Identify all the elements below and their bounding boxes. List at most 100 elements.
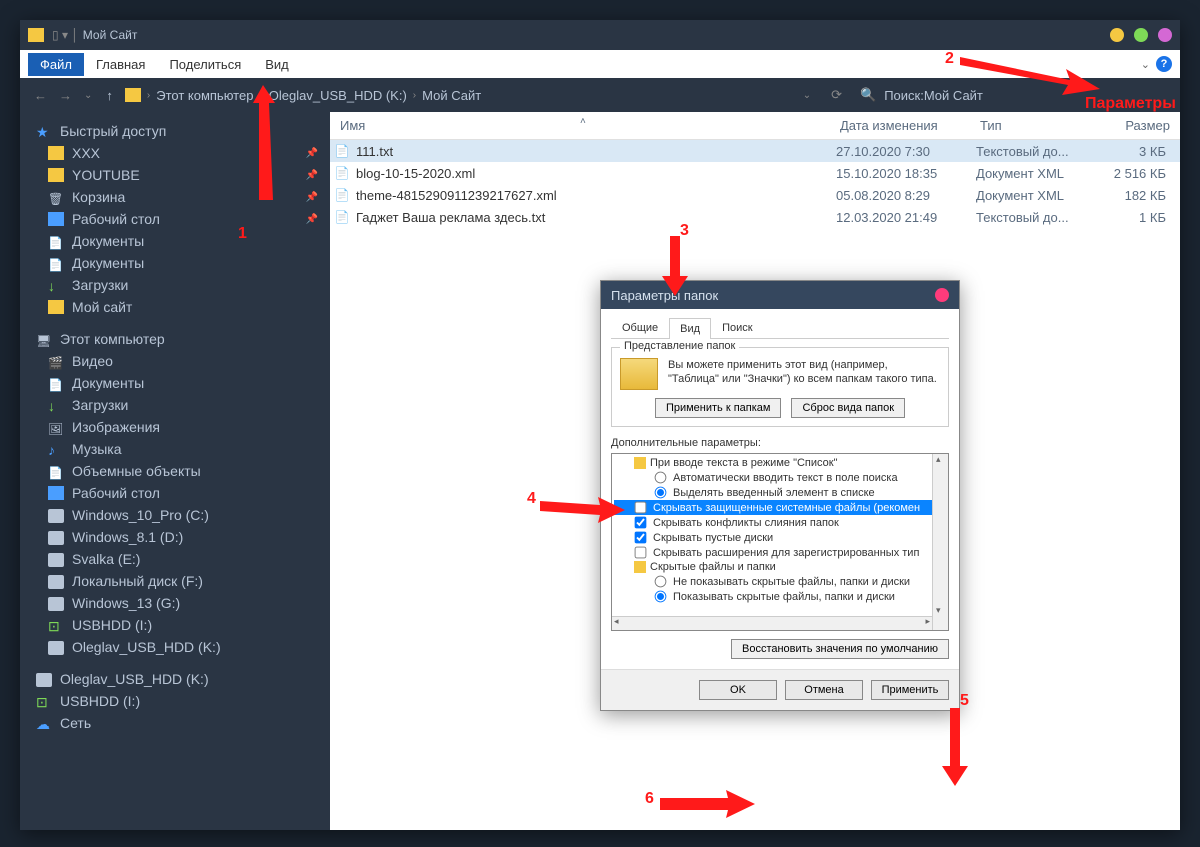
path-chev[interactable]: › [411,90,418,101]
col-date[interactable]: Дата изменения [830,118,970,133]
tree-node[interactable]: Скрывать расширения для зарегистрированн… [653,547,919,559]
sidebar-item[interactable]: Загрузки [20,394,330,416]
file-row[interactable]: 📄111.txt27.10.2020 7:30Текстовый до...3 … [330,140,1180,162]
max-button[interactable] [1134,28,1148,42]
recent-dropdown[interactable]: ⌄ [78,90,98,101]
sidebar-item[interactable]: Oleglav_USB_HDD (K:) [20,636,330,658]
sidebar-item[interactable]: Объемные объекты [20,460,330,482]
radio-dont-show-hidden[interactable] [655,576,667,588]
tree-node-hide-system-files[interactable]: Скрывать защищенные системные файлы (рек… [653,502,920,514]
menu-file[interactable]: Файл [28,53,84,76]
sidebar-item[interactable]: USBHDD (I:) [20,690,330,712]
sidebar-item[interactable]: XXX📌 [20,142,330,164]
sidebar-item[interactable]: Svalka (E:) [20,548,330,570]
apply-to-folders-button[interactable]: Применить к папкам [655,398,782,418]
sidebar-item[interactable]: Мой сайт [20,296,330,318]
file-row[interactable]: 📄blog-10-15-2020.xml15.10.2020 18:35Доку… [330,162,1180,184]
menu-share[interactable]: Поделиться [157,53,253,76]
sidebar-item[interactable]: YOUTUBE📌 [20,164,330,186]
sidebar-item[interactable]: Windows_10_Pro (C:) [20,504,330,526]
file-row[interactable]: 📄theme-4815290911239217627.xml05.08.2020… [330,184,1180,206]
tree-node[interactable]: Скрывать конфликты слияния папок [653,517,839,529]
radio-auto-search[interactable] [655,472,667,484]
forward-button[interactable]: → [53,88,78,103]
ok-button[interactable]: OK [699,680,777,700]
sidebar-item-label: Рабочий стол [72,211,160,227]
tab-general[interactable]: Общие [611,317,669,338]
this-pc-header[interactable]: Этот компьютер [20,328,330,350]
help-icon[interactable]: ? [1156,56,1172,72]
refresh-button[interactable]: ⟳ [821,87,852,103]
check-hide-ext[interactable] [635,547,647,559]
search-box[interactable]: 🔍 Поиск: Мой Сайт [852,87,1172,103]
sidebar-item[interactable]: Рабочий стол📌 [20,208,330,230]
back-button[interactable]: ← [28,88,53,103]
sidebar-item[interactable]: Музыка [20,438,330,460]
quick-access-header[interactable]: Быстрый доступ [20,120,330,142]
path-chev[interactable]: › [145,90,152,101]
sidebar-item-label: Windows_8.1 (D:) [72,529,183,545]
pin-icon: 📌 [306,170,318,181]
tree-hscrollbar[interactable] [612,616,932,630]
path-chev[interactable]: › [257,90,264,101]
path-folder[interactable]: Мой Сайт [418,88,485,103]
dl-icon [48,398,64,412]
tab-view[interactable]: Вид [669,318,711,339]
sidebar-item[interactable]: Документы [20,230,330,252]
tree-node[interactable]: Показывать скрытые файлы, папки и диски [673,591,895,603]
col-name[interactable]: Имя [330,118,830,133]
sidebar-item[interactable]: Oleglav_USB_HDD (K:) [20,668,330,690]
sidebar-item-label: Изображения [72,419,160,435]
menu-home[interactable]: Главная [84,53,157,76]
path-dropdown[interactable]: ⌄ [793,90,821,101]
sidebar-item[interactable]: Видео [20,350,330,372]
reset-folders-button[interactable]: Сброс вида папок [791,398,905,418]
file-type: Документ XML [976,188,1106,203]
sidebar-item[interactable]: Windows_8.1 (D:) [20,526,330,548]
radio-show-hidden[interactable] [655,591,667,603]
folder-icon [48,146,64,160]
tree-node[interactable]: При вводе текста в режиме "Список" [650,457,837,469]
restore-defaults-button[interactable]: Восстановить значения по умолчанию [731,639,949,659]
tree-node[interactable]: Скрытые файлы и папки [650,561,776,573]
folder-icon [634,561,646,573]
check-hide-merge[interactable] [635,517,647,529]
sidebar-item[interactable]: Корзина📌 [20,186,330,208]
sidebar-item[interactable]: USBHDD (I:) [20,614,330,636]
sidebar-item[interactable]: Изображения [20,416,330,438]
dialog-footer: OK Отмена Применить [601,669,959,710]
min-button[interactable] [1110,28,1124,42]
sidebar-item[interactable]: Документы [20,252,330,274]
sidebar-item[interactable]: Локальный диск (F:) [20,570,330,592]
up-button[interactable]: ↑ [98,88,121,103]
sidebar-item[interactable]: Документы [20,372,330,394]
advanced-settings-tree[interactable]: При вводе текста в режиме "Список" Автом… [611,453,949,631]
sidebar-item-label: Мой сайт [72,299,132,315]
tree-node[interactable]: Выделять введенный элемент в списке [673,487,875,499]
col-type[interactable]: Тип [970,118,1100,133]
sidebar-item-label: Рабочий стол [72,485,160,501]
tree-node[interactable]: Автоматически вводить текст в поле поиск… [673,472,898,484]
cancel-button[interactable]: Отмена [785,680,863,700]
file-row[interactable]: 📄Гаджет Ваша реклама здесь.txt12.03.2020… [330,206,1180,228]
ribbon-expand-icon[interactable]: ⌄ [1141,58,1150,71]
sidebar-item[interactable]: Рабочий стол [20,482,330,504]
check-hide-system[interactable] [635,502,647,514]
menu-view[interactable]: Вид [253,53,301,76]
sidebar-item[interactable]: Загрузки [20,274,330,296]
sidebar-item[interactable]: Сеть [20,712,330,734]
radio-select-item[interactable] [655,487,667,499]
tree-vscrollbar[interactable] [932,454,948,630]
col-size[interactable]: Размер [1100,118,1180,133]
close-button[interactable] [1158,28,1172,42]
path-drive[interactable]: Oleglav_USB_HDD (K:) [265,88,411,103]
check-hide-empty[interactable] [635,532,647,544]
tab-search[interactable]: Поиск [711,317,763,338]
apply-button[interactable]: Применить [871,680,949,700]
sidebar-item[interactable]: Windows_13 (G:) [20,592,330,614]
tree-node[interactable]: Скрывать пустые диски [653,532,773,544]
dialog-close-button[interactable] [935,288,949,302]
path-root[interactable]: Этот компьютер [152,88,257,103]
usb-icon [36,694,52,708]
tree-node[interactable]: Не показывать скрытые файлы, папки и дис… [673,576,910,588]
